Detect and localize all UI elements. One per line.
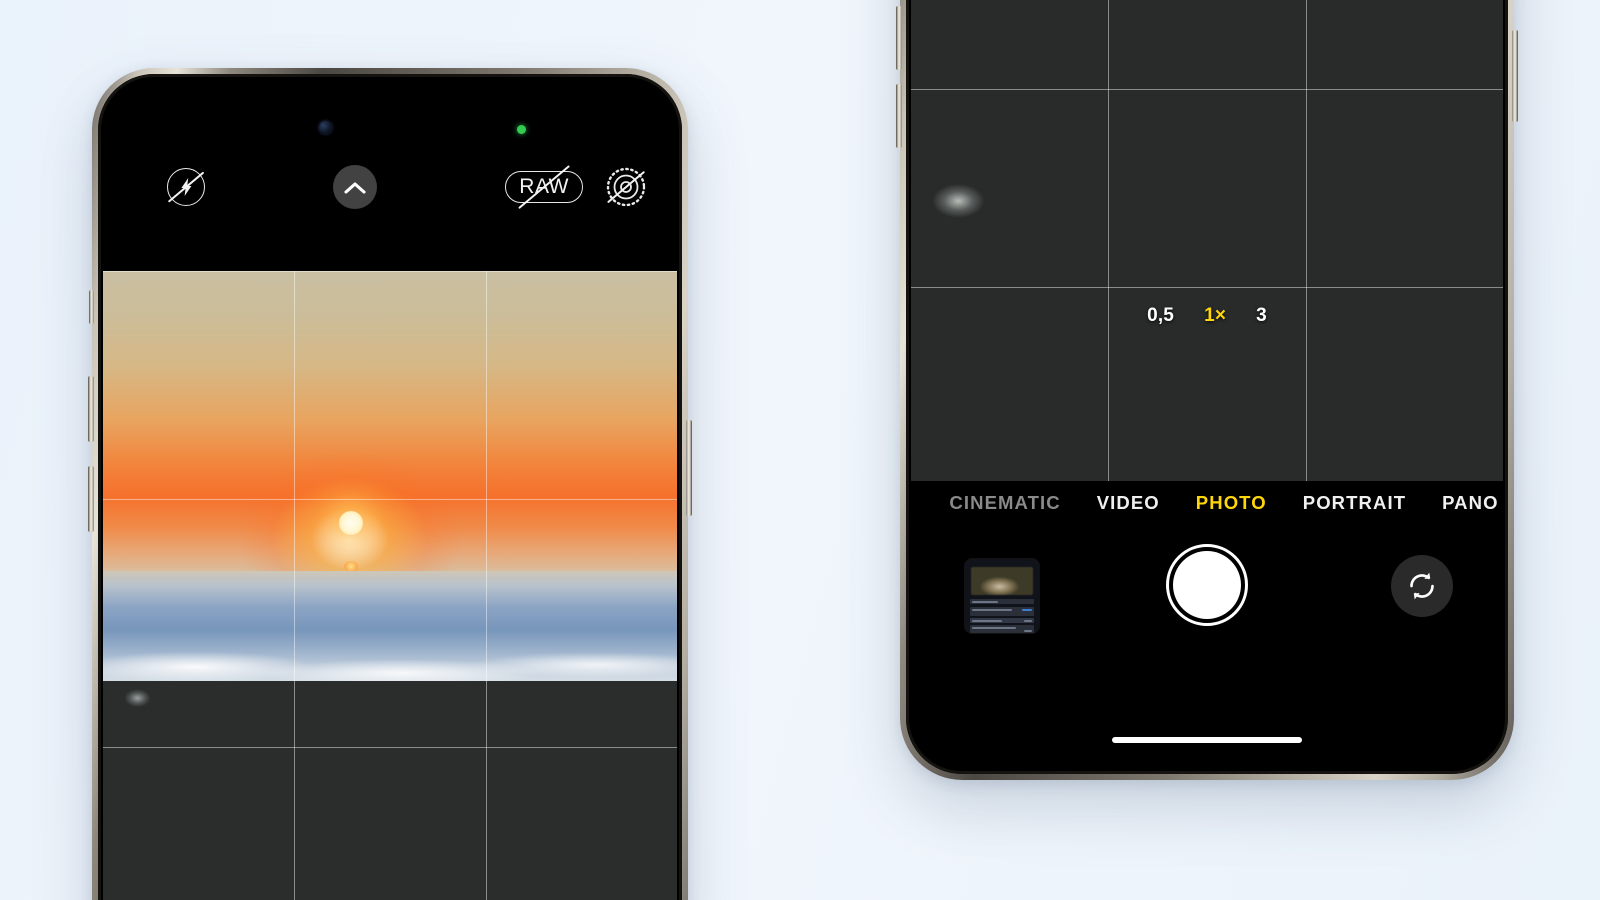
left-phone-top-controls: RAW — [103, 157, 677, 217]
raw-off-button[interactable]: RAW — [505, 165, 583, 209]
pebble-beach — [103, 681, 677, 900]
right-phone-screen: 0,5 1× 3 6 W CINEMATIC VIDEO PHOTO PORTR… — [911, 0, 1503, 769]
right-phone-device: 0,5 1× 3 6 W CINEMATIC VIDEO PHOTO PORTR… — [896, 0, 1518, 780]
left-phone-viewfinder[interactable] — [103, 271, 677, 900]
thumbnail-text-row — [970, 607, 1034, 616]
left-phone-volume-up-button[interactable] — [88, 376, 94, 442]
front-camera-lens — [319, 121, 332, 134]
live-photo-off-icon[interactable] — [605, 166, 647, 208]
left-phone-power-button[interactable] — [686, 420, 692, 516]
left-phone-volume-down-button[interactable] — [88, 466, 94, 532]
camera-privacy-indicator-dot — [517, 125, 526, 134]
camera-mode-selector[interactable]: CINEMATIC VIDEO PHOTO PORTRAIT PANO — [911, 481, 1503, 525]
home-indicator-bar[interactable] — [1112, 737, 1302, 743]
zoom-option-0.5[interactable]: 0,5 — [1147, 305, 1174, 327]
zoom-option-1x[interactable]: 1× — [1204, 305, 1226, 327]
thumbnail-image — [971, 567, 1033, 595]
camera-flip-icon[interactable] — [1391, 555, 1453, 617]
right-phone-volume-down-button[interactable] — [896, 84, 902, 148]
mode-video[interactable]: VIDEO — [1097, 492, 1160, 514]
right-phone-volume-up-button[interactable] — [896, 6, 902, 70]
sunset-sky — [103, 271, 677, 583]
flash-off-icon[interactable] — [167, 168, 205, 206]
left-phone-mute-switch[interactable] — [89, 290, 94, 324]
pebble-layer — [911, 0, 1503, 487]
notch — [274, 79, 506, 113]
thumbnail-text-row — [970, 599, 1034, 604]
camera-bottom-controls — [911, 531, 1503, 661]
right-phone-viewfinder[interactable] — [911, 0, 1503, 487]
left-phone-device: RAW — [88, 68, 692, 900]
page-background: RAW — [0, 0, 1600, 900]
mode-pano[interactable]: PANO — [1442, 492, 1498, 514]
thumbnail-text-row — [970, 618, 1034, 623]
sun — [338, 511, 363, 535]
mode-portrait[interactable]: PORTRAIT — [1303, 492, 1406, 514]
last-photo-thumbnail[interactable] — [965, 559, 1039, 633]
zoom-selector[interactable]: 0,5 1× 3 — [911, 305, 1503, 327]
zoom-option-3[interactable]: 3 — [1256, 305, 1267, 327]
chevron-up-icon[interactable] — [333, 165, 378, 209]
thumbnail-text-row — [970, 625, 1034, 633]
left-phone-screen: RAW — [103, 79, 677, 900]
right-phone-power-button[interactable] — [1512, 30, 1518, 122]
mode-cinematic[interactable]: CINEMATIC — [949, 492, 1060, 514]
mode-photo[interactable]: PHOTO — [1196, 492, 1267, 514]
shutter-button[interactable] — [1166, 544, 1248, 626]
